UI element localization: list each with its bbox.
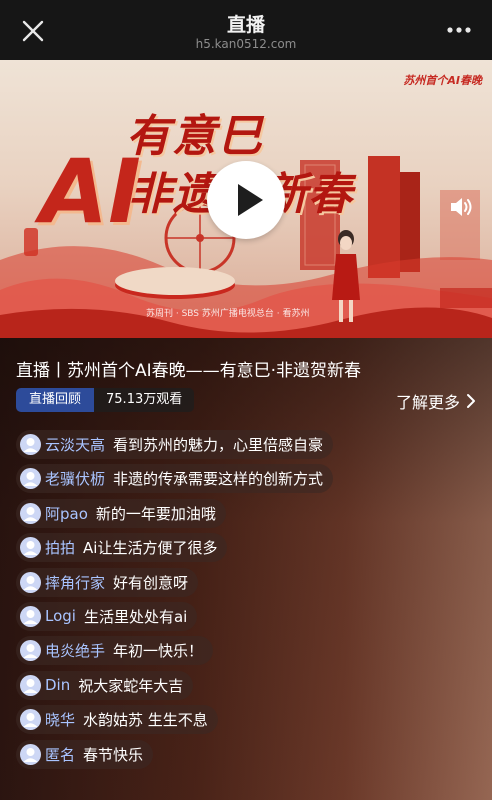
comment-username: 摔角行家 xyxy=(45,573,106,592)
comment-username: Logi xyxy=(45,607,76,626)
brand-tag: 苏州首个AI春晚 xyxy=(403,74,482,87)
comment-item: 摔角行家 好有创意呀 xyxy=(16,567,199,597)
comment-item: 老骥伏枥 非遗的传承需要这样的创新方式 xyxy=(16,464,334,494)
play-button[interactable] xyxy=(207,161,285,239)
comment-username: Din xyxy=(45,676,71,695)
learn-more-link[interactable]: 了解更多 xyxy=(396,389,476,413)
user-avatar-icon xyxy=(20,571,41,593)
play-icon xyxy=(238,184,263,216)
user-avatar-icon xyxy=(20,605,41,627)
comment-item: 匿名 春节快乐 xyxy=(16,739,154,769)
comment-list: 云淡天高 看到苏州的魅力，心里倍感自豪 老骥伏枥 非遗的传承需要这样的创新方式 阿pao… xyxy=(16,430,334,774)
page-title: 直播 xyxy=(226,14,265,36)
comment-username: 阿pao xyxy=(45,504,88,523)
comment-username: 云淡天高 xyxy=(45,436,106,454)
comment-username: 老骥伏枥 xyxy=(45,470,106,489)
user-avatar-icon xyxy=(20,468,41,490)
user-avatar-icon xyxy=(20,640,41,662)
user-avatar-icon xyxy=(20,743,41,765)
user-avatar-icon xyxy=(20,537,41,559)
more-icon xyxy=(447,27,471,33)
comment-text: 水韵姑苏 生生不息 xyxy=(83,711,208,730)
comment-text: 看到苏州的魅力，心里倍感自豪 xyxy=(113,436,324,454)
comment-item: 拍拍 Ai让生活方便了很多 xyxy=(16,533,228,563)
comment-text: 新的一年要加油哦 xyxy=(95,504,216,523)
volume-button[interactable] xyxy=(448,194,474,220)
comment-item: 电炎绝手 年初一快乐！ xyxy=(16,636,214,666)
comment-text: 祝大家蛇年大吉 xyxy=(78,676,184,695)
user-avatar-icon xyxy=(20,709,41,731)
live-title: 直播丨苏州首个AI春晚——有意巳·非遗贺新春 xyxy=(16,361,362,381)
top-nav-bar: 直播 h5.kan0512.com xyxy=(0,0,492,60)
live-info-panel: 直播丨苏州首个AI春晚——有意巳·非遗贺新春 直播回顾 75.13万观看 了解更… xyxy=(0,338,492,800)
comment-text: 春节快乐 xyxy=(83,745,144,764)
comment-item: Din 祝大家蛇年大吉 xyxy=(16,670,194,700)
replay-label: 直播回顾 xyxy=(16,388,95,412)
poster-title-ai: AI xyxy=(40,140,141,243)
user-avatar-icon xyxy=(20,434,41,455)
comment-item: 阿pao 新的一年要加油哦 xyxy=(16,498,226,528)
comment-item: Logi 生活里处处有ai xyxy=(16,601,198,631)
user-avatar-icon xyxy=(20,502,41,524)
chevron-right-icon xyxy=(467,394,475,408)
comment-username: 电炎绝手 xyxy=(45,642,106,661)
comment-text: 好有创意呀 xyxy=(113,573,189,592)
comment-item: 云淡天高 看到苏州的魅力，心里倍感自豪 xyxy=(16,430,334,459)
comment-text: Ai让生活方便了很多 xyxy=(83,539,218,558)
more-options-button[interactable] xyxy=(444,20,474,40)
comment-text: 非遗的传承需要这样的创新方式 xyxy=(113,470,324,489)
volume-icon xyxy=(451,198,472,216)
poster-title-line1: 有意巳 xyxy=(126,111,264,162)
page-url: h5.kan0512.com xyxy=(195,37,297,51)
comment-username: 拍拍 xyxy=(45,539,76,558)
replay-badge: 直播回顾 75.13万观看 xyxy=(16,388,195,412)
view-count: 75.13万观看 xyxy=(94,388,195,412)
comment-username: 晓华 xyxy=(45,711,76,730)
video-credits: 苏周刊 · SBS 苏州广播电视总台 · 看苏州 xyxy=(146,309,310,319)
comment-text: 年初一快乐！ xyxy=(113,642,204,661)
video-player[interactable]: 苏州首个AI春晚 有意巳 AI 非遗贺新春 苏周刊 · SBS 苏州广播电视总台… xyxy=(0,60,492,338)
comment-username: 匿名 xyxy=(45,745,76,764)
user-avatar-icon xyxy=(20,674,41,696)
comment-text: 生活里处处有ai xyxy=(83,607,188,626)
learn-more-label: 了解更多 xyxy=(395,393,460,412)
comment-item: 晓华 水韵姑苏 生生不息 xyxy=(16,705,218,735)
